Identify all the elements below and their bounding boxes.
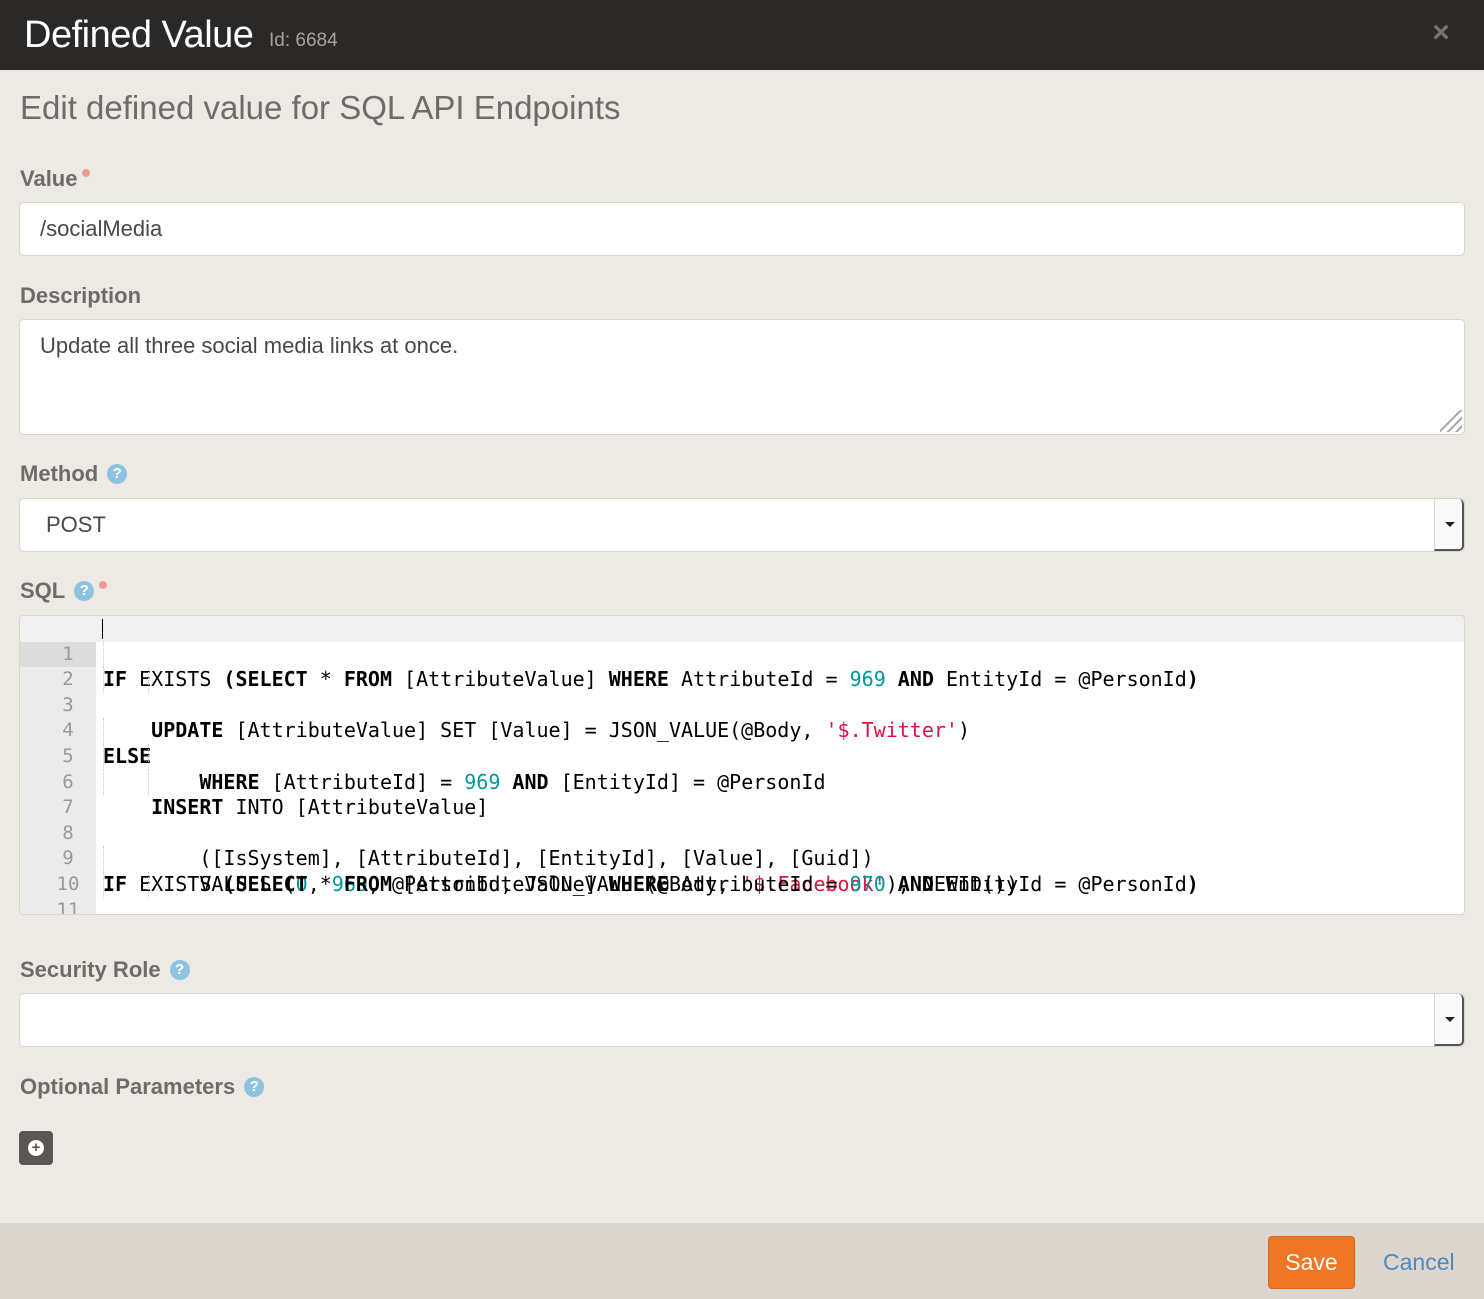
help-icon[interactable]: ? xyxy=(107,463,128,484)
add-parameter-button[interactable]: + xyxy=(19,1131,53,1165)
value-input[interactable]: /socialMedia xyxy=(19,202,1465,256)
plus-circle-icon: + xyxy=(28,1140,44,1156)
code-line: 2 UPDATE [AttributeValue] SET [Value] = … xyxy=(20,641,1464,742)
chevron-down-icon[interactable] xyxy=(1434,994,1464,1046)
code-line: 1 IF EXISTS (SELECT * FROM [AttributeVal… xyxy=(20,616,1464,691)
dialog-id: Id: 6684 xyxy=(269,30,338,51)
code-line: 6 ([IsSystem], [AttributeId], [EntityId]… xyxy=(20,744,1464,870)
optional-parameters-label: Optional Parameters? xyxy=(20,1074,265,1100)
resize-handle-icon[interactable] xyxy=(1440,410,1462,432)
code-line: 10 UPDATE [AttributeValue] SET [Value] =… xyxy=(20,846,1464,895)
cancel-button[interactable]: Cancel xyxy=(1383,1249,1455,1276)
help-icon[interactable]: ? xyxy=(244,1076,265,1097)
help-icon[interactable]: ? xyxy=(74,580,95,601)
code-line: 4 ELSE xyxy=(20,693,1464,768)
method-label: Method? xyxy=(20,461,128,487)
code-line: 7 VALUES (0, 969, @PersonId, JSON_VALUE(… xyxy=(20,769,1464,896)
close-icon[interactable]: × xyxy=(1428,18,1454,48)
code-line: 9 IF EXISTS (SELECT * FROM [AttributeVal… xyxy=(20,821,1464,896)
security-role-label: Security Role? xyxy=(20,957,190,983)
required-indicator xyxy=(99,581,108,589)
dialog-header: Defined Value Id: 6684 × xyxy=(0,0,1484,70)
help-icon[interactable]: ? xyxy=(169,959,190,980)
sql-label: SQL? xyxy=(20,578,108,604)
value-label: Value xyxy=(20,166,91,192)
sql-code-editor[interactable]: 1 IF EXISTS (SELECT * FROM [AttributeVal… xyxy=(19,615,1465,915)
dialog-footer: Save Cancel xyxy=(0,1223,1484,1299)
code-line: 11 WHERE [AttributeId] = 970 AND [Entity… xyxy=(20,872,1464,914)
text-cursor xyxy=(102,619,103,639)
dialog-title: Defined Value xyxy=(24,14,254,56)
chevron-down-icon[interactable] xyxy=(1434,499,1464,551)
required-indicator xyxy=(82,169,91,177)
code-line: 12 ELSE xyxy=(20,898,1464,914)
save-button[interactable]: Save xyxy=(1268,1236,1355,1289)
security-role-select[interactable] xyxy=(19,993,1465,1047)
code-line: 3 WHERE [AttributeId] = 969 AND [EntityI… xyxy=(20,667,1464,794)
method-select[interactable]: POST xyxy=(19,498,1465,552)
code-line: 5 INSERT INTO [AttributeValue] xyxy=(20,718,1464,819)
method-selected-value: POST xyxy=(46,512,106,537)
page-title: Edit defined value for SQL API Endpoints xyxy=(20,89,621,126)
description-label: Description xyxy=(20,283,142,308)
code-line: 8 xyxy=(20,795,1464,844)
description-textarea[interactable]: Update all three social media links at o… xyxy=(19,319,1465,435)
description-text: Update all three social media links at o… xyxy=(40,333,459,358)
